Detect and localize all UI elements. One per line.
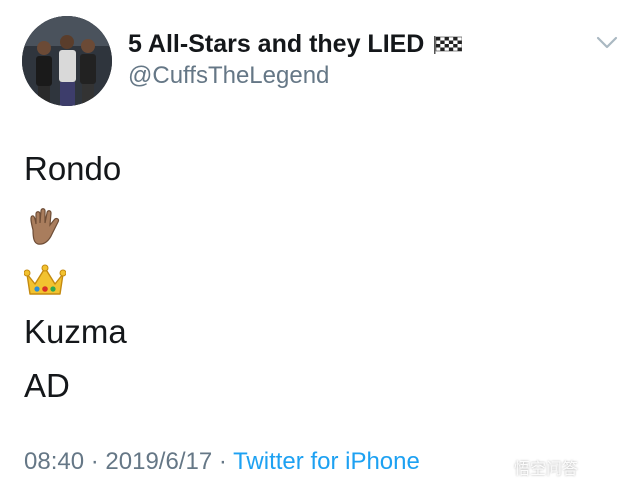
raised-hand-icon — [30, 208, 60, 245]
crown-icon — [24, 264, 66, 295]
tweet-source-link[interactable]: Twitter for iPhone — [233, 448, 420, 475]
chevron-down-icon[interactable] — [596, 36, 618, 50]
tweet-line-kuzma: Kuzma — [24, 313, 127, 350]
display-name[interactable]: 5 All-Stars and they LIED — [128, 30, 463, 59]
checkered-flag-icon — [434, 35, 463, 54]
meta-separator: · — [218, 448, 227, 475]
display-name-text[interactable]: 5 All-Stars and they LIED — [128, 30, 424, 59]
tweet-date: 2019/6/17 — [105, 448, 213, 475]
meta-separator: · — [90, 448, 99, 475]
watermark-text: 悟空问答 — [514, 461, 579, 478]
watermark: 悟空问答 — [488, 455, 578, 479]
wukong-logo-icon — [489, 461, 509, 475]
avatar[interactable] — [22, 16, 112, 106]
tweet-line-rondo: Rondo — [24, 150, 122, 187]
tweet-line-ad: AD — [24, 367, 70, 404]
user-handle[interactable]: @CuffsTheLegend — [128, 62, 329, 90]
tweet-time: 08:40 — [24, 448, 85, 475]
tweet-meta: 08:40 · 2019/6/17 · Twitter for iPhone — [24, 448, 420, 476]
